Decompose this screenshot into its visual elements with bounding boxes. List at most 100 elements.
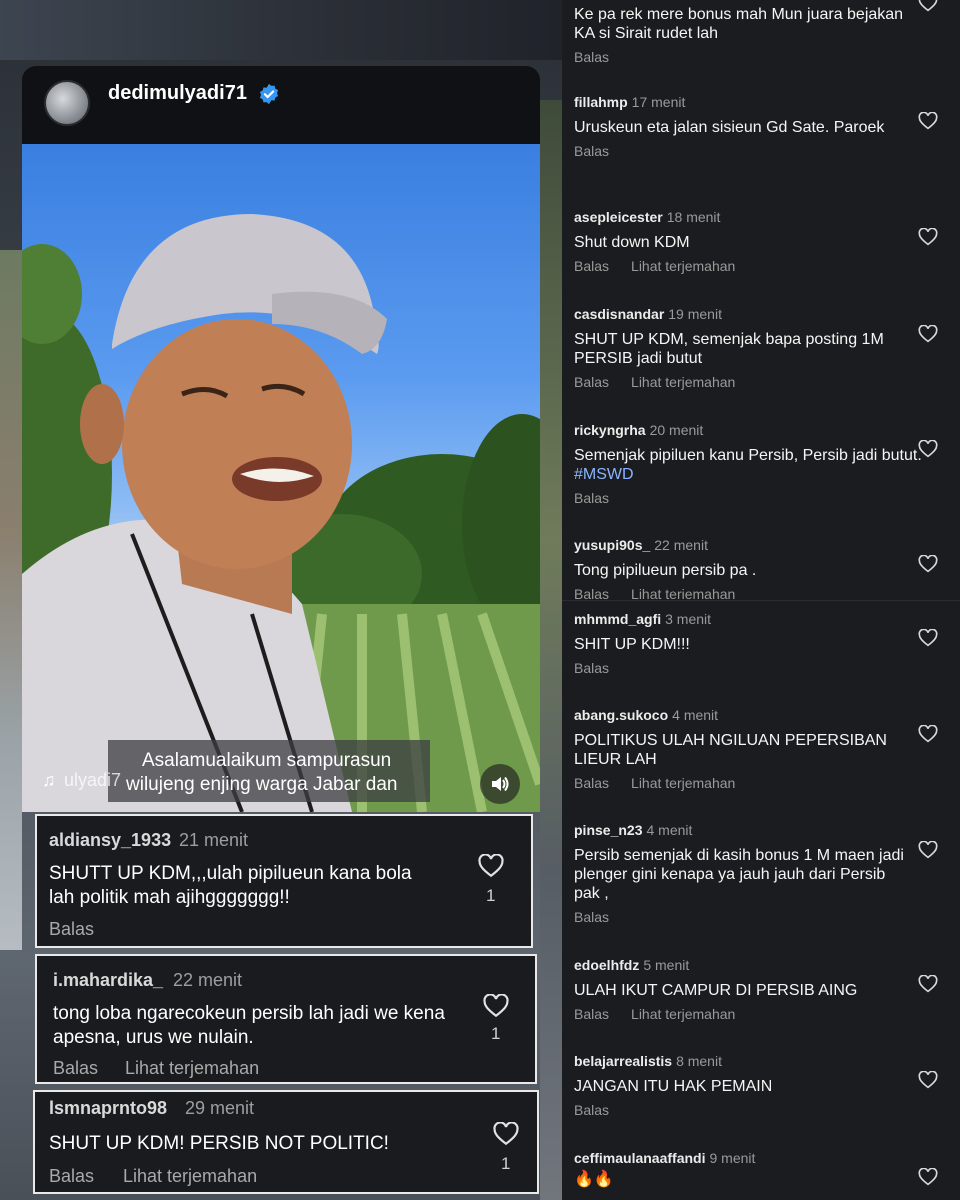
comment-username[interactable]: asepleicester: [574, 209, 663, 225]
overlay-comment: lsmnaprnto98 29 menit SHUT UP KDM! PERSI…: [33, 1090, 539, 1194]
comment-time: 5 menit: [643, 957, 690, 973]
reply-link[interactable]: Balas: [49, 1166, 94, 1187]
comment-text: SHUT UP KDM, semenjak bapa posting 1M PE…: [574, 331, 884, 367]
heart-icon[interactable]: [918, 1071, 938, 1089]
reply-link[interactable]: Balas: [574, 258, 609, 274]
comment-username[interactable]: i.mahardika_: [53, 970, 163, 991]
heart-icon[interactable]: [918, 228, 938, 246]
comment-text: Uruskeun eta jalan sisieun Gd Sate. Paro…: [574, 119, 885, 136]
comment-username[interactable]: edoelhfdz: [574, 957, 639, 973]
video-frame: [22, 214, 540, 812]
overlay-comment: aldiansy_1933 21 menit SHUTT UP KDM,,,ul…: [35, 814, 533, 948]
comment-text: Shut down KDM: [574, 234, 690, 251]
comment-time: 18 menit: [666, 209, 721, 225]
comment-item: ceffimaulanaaffandi 9 menit 🔥🔥: [574, 1150, 924, 1189]
reply-link[interactable]: Balas: [574, 143, 609, 159]
heart-icon[interactable]: [918, 629, 938, 647]
comment-text: POLITIKUS ULAH NGILUAN PEPERSIBAN LIEUR …: [574, 732, 887, 768]
volume-button[interactable]: [480, 764, 520, 804]
comment-text: Tong pipilueun persib pa .: [574, 562, 757, 579]
comment-item: yusupi90s_ 22 menit Tong pipilueun persib…: [574, 537, 924, 599]
translate-link[interactable]: Lihat terjemahan: [631, 258, 735, 274]
avatar[interactable]: [44, 80, 90, 126]
comment-time: 9 menit: [709, 1150, 756, 1166]
overlay-comment: i.mahardika_ 22 menit tong loba ngarecok…: [35, 954, 537, 1084]
comment-username[interactable]: belajarrealistis: [574, 1053, 672, 1069]
comment-text: SHUTT UP KDM,,,ulah pipilueun kana bola …: [49, 863, 412, 908]
comment-username[interactable]: fillahmp: [574, 94, 628, 110]
verified-badge-icon: [259, 83, 279, 105]
comment-text: 🔥🔥: [574, 1171, 614, 1188]
reply-link[interactable]: Balas: [574, 1006, 609, 1022]
like-count: 1: [491, 1024, 501, 1043]
comment-text: ULAH IKUT CAMPUR DI PERSIB AING: [574, 982, 858, 999]
translate-link[interactable]: Lihat terjemahan: [125, 1058, 259, 1079]
comment-item: asepleicester 18 menit Shut down KDM Bala…: [574, 209, 924, 274]
heart-icon[interactable]: [918, 0, 938, 12]
comment-item: Ke pa rek mere bonus mah Mun juara bejak…: [574, 0, 924, 65]
heart-icon[interactable]: [478, 854, 504, 878]
heart-icon[interactable]: [918, 112, 938, 130]
translate-link[interactable]: Lihat terjemahan: [631, 775, 735, 791]
subtitle-line: Asalamualaikum sampurasun: [142, 750, 392, 771]
comment-username[interactable]: rickyngrha: [574, 422, 646, 438]
comment-text: tong loba ngarecokeun persib lah jadi we…: [53, 1003, 445, 1048]
comment-username[interactable]: abang.sukoco: [574, 707, 668, 723]
comment-text: JANGAN ITU HAK PEMAIN: [574, 1078, 773, 1095]
reply-link[interactable]: Balas: [574, 909, 609, 925]
comment-item: edoelhfdz 5 menit ULAH IKUT CAMPUR DI PER…: [574, 957, 924, 1022]
translate-link[interactable]: Lihat terjemahan: [631, 374, 735, 390]
reply-link[interactable]: Balas: [574, 660, 609, 676]
comment-username[interactable]: aldiansy_1933: [49, 830, 171, 851]
heart-icon[interactable]: [918, 440, 938, 458]
comment-time: 22 menit: [654, 537, 708, 553]
comment-text: SHIT UP KDM!!!: [574, 636, 690, 653]
comment-username[interactable]: pinse_n23: [574, 822, 642, 838]
heart-icon[interactable]: [918, 975, 938, 993]
comment-item: belajarrealistis 8 menit JANGAN ITU HAK P…: [574, 1053, 924, 1118]
comment-time: 20 menit: [649, 422, 704, 438]
comment-time: 3 menit: [665, 611, 712, 627]
music-note-icon: ♫: [42, 770, 56, 790]
comment-time: 8 menit: [676, 1053, 722, 1069]
post-username[interactable]: dedimulyadi71: [108, 82, 247, 105]
heart-icon[interactable]: [918, 725, 938, 743]
reply-link[interactable]: Balas: [574, 1102, 609, 1118]
translate-link[interactable]: Lihat terjemahan: [631, 586, 735, 599]
like-count: 1: [486, 886, 496, 905]
translate-link[interactable]: Lihat terjemahan: [631, 1006, 735, 1022]
comment-username[interactable]: ceffimaulanaaffandi: [574, 1150, 705, 1166]
translate-link[interactable]: Lihat terjemahan: [123, 1166, 257, 1187]
video-player[interactable]: [22, 144, 540, 812]
comment-item: abang.sukoco 4 menit POLITIKUS ULAH NGILU…: [574, 707, 924, 791]
reply-link[interactable]: Balas: [574, 490, 609, 506]
comment-text: Persib semenjak di kasih bonus 1 M maen …: [574, 847, 904, 902]
comment-time: 4 menit: [646, 822, 693, 838]
heart-icon[interactable]: [918, 555, 938, 573]
comment-time: 17 menit: [631, 94, 686, 110]
heart-icon[interactable]: [483, 994, 509, 1018]
reply-link[interactable]: Balas: [574, 374, 609, 390]
heart-icon[interactable]: [493, 1122, 519, 1146]
audio-label[interactable]: ulyadi7: [64, 770, 124, 791]
comment-time: 22 menit: [173, 970, 243, 990]
hashtag-link[interactable]: #MSWD: [574, 466, 634, 483]
comment-username[interactable]: lsmnaprnto98: [49, 1098, 167, 1119]
comment-item: pinse_n23 4 menit Persib semenjak di kasi…: [574, 822, 924, 925]
comment-time: 29 menit: [185, 1098, 255, 1118]
reply-link[interactable]: Balas: [53, 1058, 98, 1079]
reply-link[interactable]: Balas: [574, 775, 609, 791]
comment-username[interactable]: yusupi90s_: [574, 537, 650, 553]
comment-item: casdisnandar 19 menit SHUT UP KDM, semenj…: [574, 306, 924, 390]
comment-text: SHUT UP KDM! PERSIB NOT POLITIC!: [49, 1133, 389, 1154]
heart-icon[interactable]: [918, 841, 938, 859]
comment-username[interactable]: casdisnandar: [574, 306, 664, 322]
heart-icon[interactable]: [918, 325, 938, 343]
reply-link[interactable]: Balas: [574, 586, 609, 599]
comment-username[interactable]: mhmmd_agfi: [574, 611, 661, 627]
reply-link[interactable]: Balas: [49, 919, 94, 940]
reply-link[interactable]: Balas: [574, 49, 609, 65]
like-count: 1: [501, 1154, 511, 1173]
heart-icon[interactable]: [918, 1168, 938, 1186]
screenshot-divider: [562, 600, 960, 601]
